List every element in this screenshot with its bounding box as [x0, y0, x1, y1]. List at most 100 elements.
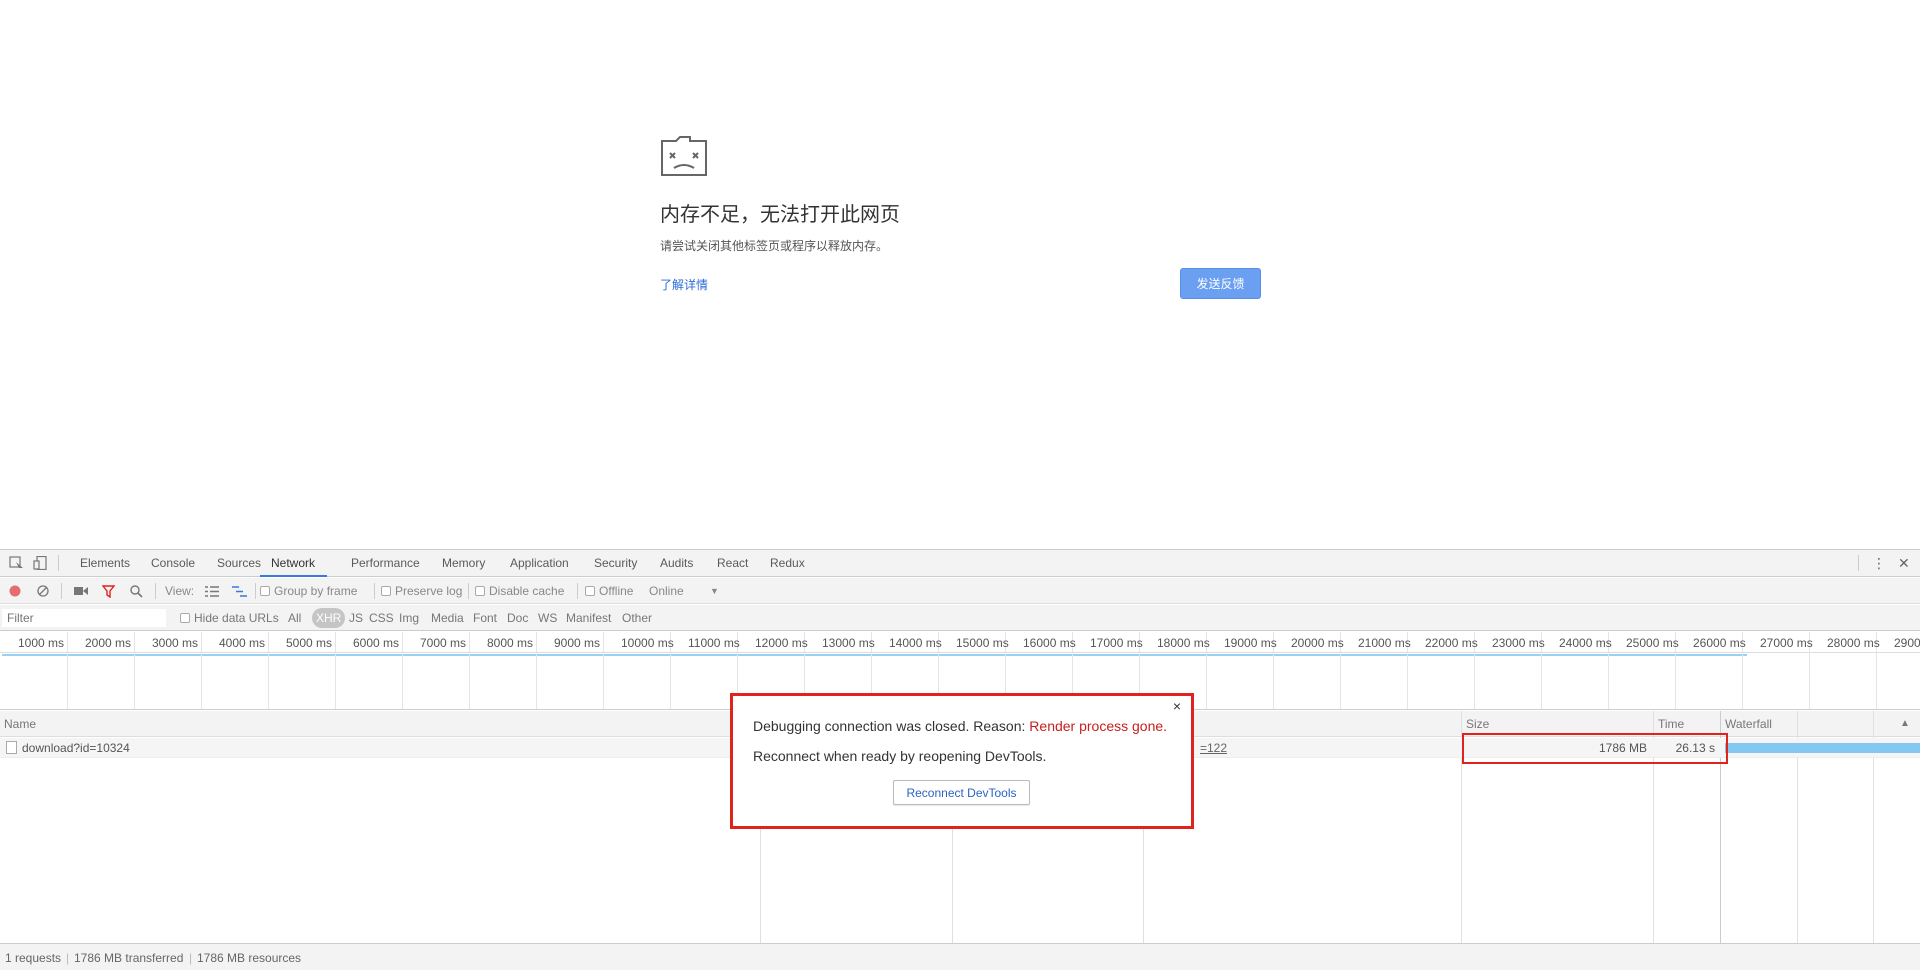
tab-application[interactable]: Application [510, 550, 569, 577]
tab-audits[interactable]: Audits [660, 550, 693, 577]
offline-checkbox[interactable]: Offline [585, 584, 633, 598]
filter-type-css[interactable]: CSS [369, 611, 394, 625]
throttling-dropdown-icon[interactable]: ▼ [710, 586, 719, 596]
timeline-tick-label: 14000 ms [889, 636, 942, 650]
timeline-tick [335, 632, 336, 709]
filter-type-doc[interactable]: Doc [507, 611, 528, 625]
request-count: 1 requests [5, 951, 62, 965]
overview-icon[interactable] [232, 586, 247, 597]
learn-more-link[interactable]: 了解详情 [660, 276, 708, 293]
column-waterfall-header[interactable]: Waterfall [1725, 717, 1772, 731]
checkbox-icon [260, 586, 270, 596]
tab-memory[interactable]: Memory [442, 550, 485, 577]
capture-screenshots-icon[interactable] [74, 586, 88, 596]
dialog-message: Debugging connection was closed. Reason:… [753, 718, 1168, 734]
timeline-tick-label: 15000 ms [956, 636, 1009, 650]
filter-type-ws[interactable]: WS [538, 611, 557, 625]
timeline-tick-label: 23000 ms [1492, 636, 1545, 650]
highlight-size-time [1462, 733, 1728, 764]
tab-console[interactable]: Console [151, 550, 195, 577]
request-initiator-link[interactable]: =122 [1200, 741, 1227, 755]
timeline-tick [268, 632, 269, 709]
timeline-tick [536, 632, 537, 709]
checkbox-icon [381, 586, 391, 596]
timeline-tick [67, 632, 68, 709]
tab-elements[interactable]: Elements [80, 550, 130, 577]
sort-ascending-icon[interactable]: ▲ [1900, 718, 1910, 729]
request-name[interactable]: download?id=10324 [22, 741, 130, 755]
timeline-tick-label: 16000 ms [1023, 636, 1076, 650]
group-by-frame-checkbox[interactable]: Group by frame [260, 584, 357, 598]
timeline-tick-label: 28000 ms [1827, 636, 1880, 650]
timeline-tick-label: 19000 ms [1224, 636, 1277, 650]
more-options-icon[interactable]: ⋮ [1872, 555, 1886, 572]
network-toolbar: View: Group by frame Preserve log Disabl… [0, 578, 1920, 604]
inspect-element-icon[interactable] [9, 556, 25, 570]
timeline-tick [469, 632, 470, 709]
devtools-tabbar: Elements Console Sources Network Perform… [0, 550, 1920, 577]
close-devtools-icon[interactable]: ✕ [1898, 555, 1910, 572]
timeline-tick-label: 27000 ms [1760, 636, 1813, 650]
waterfall-bar [1725, 743, 1920, 753]
checkbox-icon [475, 586, 485, 596]
timeline-tick-label: 5000 ms [286, 636, 333, 650]
large-rows-icon[interactable] [205, 586, 219, 597]
send-feedback-button[interactable]: 发送反馈 [1180, 268, 1261, 299]
timeline-tick-label: 25000 ms [1626, 636, 1679, 650]
timeline-tick [134, 632, 135, 709]
timeline-tick-label: 20000 ms [1291, 636, 1344, 650]
device-toolbar-icon[interactable] [33, 556, 49, 570]
checkbox-icon [585, 586, 595, 596]
search-icon[interactable] [130, 585, 143, 598]
timeline-tick-label: 26000 ms [1693, 636, 1746, 650]
timeline-tick-label: 2000 ms [85, 636, 132, 650]
record-icon[interactable] [9, 585, 21, 597]
timeline-tick-label: 3000 ms [152, 636, 199, 650]
filter-type-media[interactable]: Media [431, 611, 464, 625]
disable-cache-checkbox[interactable]: Disable cache [475, 584, 564, 598]
tab-network[interactable]: Network [260, 550, 328, 577]
error-title: 内存不足，无法打开此网页 [660, 202, 900, 226]
dialog-reason: Render process gone. [1029, 718, 1168, 734]
tab-redux[interactable]: Redux [770, 550, 805, 577]
tab-react[interactable]: React [717, 550, 748, 577]
filter-type-other[interactable]: Other [622, 611, 652, 625]
reconnect-devtools-button[interactable]: Reconnect DevTools [893, 780, 1030, 805]
tab-security[interactable]: Security [594, 550, 637, 577]
filter-input[interactable] [2, 609, 166, 627]
dialog-reconnect-hint: Reconnect when ready by reopening DevToo… [753, 748, 1047, 764]
transferred-size: 1786 MB transferred [74, 951, 184, 965]
close-dialog-icon[interactable]: × [1173, 698, 1181, 714]
file-icon [6, 741, 17, 754]
timeline-tick-label: 6000 ms [353, 636, 400, 650]
filter-type-xhr[interactable]: XHR [312, 608, 346, 628]
view-label: View: [165, 584, 195, 598]
timeline-tick-label: 8000 ms [487, 636, 534, 650]
connection-closed-dialog: × Debugging connection was closed. Reaso… [730, 693, 1194, 829]
column-name-header[interactable]: Name [4, 717, 36, 731]
preserve-log-checkbox[interactable]: Preserve log [381, 584, 462, 598]
tab-performance[interactable]: Performance [351, 550, 420, 577]
hide-data-urls-checkbox[interactable]: Hide data URLs [180, 611, 279, 625]
throttling-select[interactable]: Online [649, 584, 684, 598]
filter-type-img[interactable]: Img [399, 611, 419, 625]
timeline-tick-label: 18000 ms [1157, 636, 1210, 650]
timeline-tick-label: 11000 ms [688, 636, 740, 650]
column-size-header[interactable]: Size [1466, 717, 1489, 731]
timeline-tick-label: 22000 ms [1425, 636, 1478, 650]
filter-type-all[interactable]: All [288, 611, 301, 625]
filter-type-js[interactable]: JS [349, 611, 363, 625]
filter-type-manifest[interactable]: Manifest [566, 611, 611, 625]
filter-type-font[interactable]: Font [473, 611, 497, 625]
timeline-tick-label: 13000 ms [822, 636, 875, 650]
clear-icon[interactable] [37, 585, 49, 597]
timeline-tick-label: 12000 ms [755, 636, 808, 650]
sad-tab-icon [661, 136, 707, 176]
tab-sources[interactable]: Sources [217, 550, 261, 577]
filter-icon[interactable] [102, 585, 115, 598]
timeline-tick-label: 9000 ms [554, 636, 601, 650]
timeline-tick-label: 21000 ms [1358, 636, 1411, 650]
error-description: 请尝试关闭其他标签页或程序以释放内存。 [660, 239, 889, 253]
column-time-header[interactable]: Time [1658, 717, 1684, 731]
timeline-tick-label: 4000 ms [219, 636, 266, 650]
